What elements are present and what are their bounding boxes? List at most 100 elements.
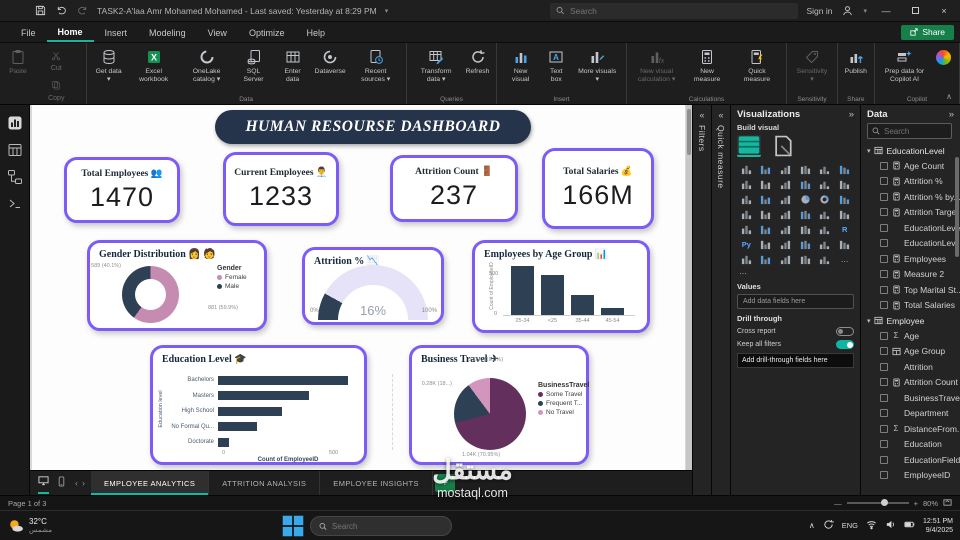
zoom-slider[interactable] [846, 499, 909, 506]
model-view-icon[interactable] [6, 168, 24, 186]
qna-icon[interactable] [796, 237, 815, 251]
table-educationlevel[interactable]: ▾ EducationLevel [867, 143, 958, 158]
field-checkbox[interactable] [880, 362, 888, 371]
card-icon[interactable] [835, 207, 854, 221]
tab-employee-analytics[interactable]: EMPLOYEE ANALYTICS [91, 471, 210, 495]
bar-25[interactable] [541, 274, 564, 315]
dax-query-view-icon[interactable] [6, 195, 24, 213]
bar-row-bachelors[interactable]: Bachelors [163, 374, 359, 386]
collapse-ribbon-icon[interactable]: ∧ [946, 92, 952, 101]
scatter-chart-icon[interactable] [776, 192, 795, 206]
pie-chart-icon[interactable] [796, 192, 815, 206]
battery-icon[interactable] [904, 517, 915, 535]
bar-row-masters[interactable]: Masters [163, 390, 359, 402]
filters-pane-collapsed[interactable]: « Filters [692, 105, 711, 495]
field-total-salaries[interactable]: Total Salaries [867, 298, 958, 314]
menu-home[interactable]: Home [46, 23, 94, 42]
start-button[interactable] [281, 514, 305, 538]
python-visual-icon[interactable]: Py [737, 237, 756, 251]
donut-chart[interactable] [122, 266, 179, 323]
field-age[interactable]: Σ Age [867, 328, 958, 344]
clustered-column-chart-icon[interactable] [796, 162, 815, 176]
collapse-data-icon[interactable]: » [949, 109, 958, 120]
canvas-scrollbar[interactable] [686, 105, 692, 470]
field-distancefrom[interactable]: Σ DistanceFrom... [867, 421, 960, 437]
hidden-icons-chevron[interactable]: ∧ [809, 521, 815, 530]
clock[interactable]: 12:51 PM 9/4/2025 [923, 517, 953, 535]
sign-in-button[interactable]: Sign in [806, 6, 832, 16]
field-checkbox[interactable] [880, 285, 888, 294]
taskbar-search-input[interactable] [332, 521, 443, 531]
zoom-level[interactable]: 80% [923, 499, 938, 508]
share-button[interactable]: Share [901, 25, 954, 40]
text-box-button[interactable]: A Text box [541, 46, 572, 85]
new-visual-button[interactable]: New visual [501, 46, 539, 85]
zoom-in-button[interactable]: + [914, 499, 918, 508]
account-dropdown-icon[interactable]: ▾ [863, 7, 867, 15]
zoom-slider-thumb[interactable] [880, 499, 888, 506]
field-age-count[interactable]: Age Count [867, 158, 958, 174]
volume-icon[interactable] [885, 517, 896, 535]
field-attrition-target[interactable]: Attrition Target [867, 205, 959, 221]
field-department[interactable]: Department [867, 406, 958, 422]
stacked-column-chart-icon[interactable] [757, 162, 776, 176]
copilot-icon-button[interactable] [931, 46, 955, 70]
kpi-total-employees[interactable]: Total Employees 👥 1470 [64, 157, 180, 223]
field-checkbox[interactable] [880, 471, 888, 480]
field-checkbox[interactable] [880, 347, 888, 356]
shape-map-icon[interactable] [776, 207, 795, 221]
more-visuals-icon[interactable]: … [835, 252, 854, 266]
field-checkbox[interactable] [880, 424, 888, 433]
field-checkbox[interactable] [880, 208, 888, 217]
map-icon[interactable] [737, 207, 756, 221]
field-educationfield[interactable]: EducationField [867, 452, 960, 468]
bar[interactable] [218, 437, 229, 447]
waterfall-chart-icon[interactable] [737, 192, 756, 206]
field-checkbox[interactable] [880, 455, 888, 464]
bar-row-no-formal-qu[interactable]: No Formal Qu... [163, 421, 359, 433]
education-level-bar-chart[interactable]: Education Level 🎓 Education level Bachel… [150, 345, 394, 465]
refresh-button[interactable]: Refresh [463, 46, 493, 78]
menu-file[interactable]: File [10, 24, 47, 41]
save-icon[interactable] [34, 4, 47, 17]
menu-modeling[interactable]: Modeling [138, 24, 197, 41]
funnel-chart-icon[interactable] [757, 192, 776, 206]
report-canvas[interactable]: HUMAN RESOURSE DASHBOARD Total Employees… [30, 105, 692, 470]
expand-quick-measure-icon[interactable]: « [718, 110, 723, 120]
field-checkbox[interactable] [880, 177, 888, 186]
field-attrition-count[interactable]: Attrition Count [867, 375, 958, 391]
excel-workbook-button[interactable]: X Excel workbook [128, 46, 180, 85]
field-measure-2[interactable]: Measure 2 [867, 267, 958, 283]
account-icon[interactable] [841, 4, 854, 17]
field-checkbox[interactable] [880, 393, 888, 402]
collapse-visualizations-icon[interactable]: » [849, 109, 854, 120]
transform-data-button[interactable]: Transform data ▾ [411, 46, 462, 85]
area-chart-icon[interactable] [757, 177, 776, 191]
tab-employee-insights[interactable]: EMPLOYEE INSIGHTS [320, 471, 433, 495]
business-travel-pie-chart[interactable]: Business Travel ✈ 0.15K (10.2%) 0.28K (1… [409, 345, 589, 465]
line-chart-icon[interactable] [737, 177, 756, 191]
chevron-down-icon[interactable]: ▾ [867, 317, 871, 325]
mobile-view-icon[interactable] [56, 474, 67, 492]
get-data-button[interactable]: Get data ▾ [91, 46, 127, 85]
bar-35-44[interactable] [571, 295, 594, 315]
tab-attrition-analysis[interactable]: ATTRITION ANALYSIS [209, 471, 321, 495]
field-checkbox[interactable] [880, 223, 888, 232]
title-dropdown-icon[interactable]: ▾ [385, 7, 389, 15]
bar-25-34[interactable] [511, 266, 534, 315]
table-employee[interactable]: ▾ Employee [867, 313, 958, 328]
pie-chart[interactable] [454, 378, 526, 450]
field-employeeid[interactable]: EmployeeID [867, 468, 958, 484]
onelake-catalog-button[interactable]: OneLake catalog ▾ [181, 46, 233, 85]
desktop-view-icon[interactable] [38, 473, 49, 494]
field-attrition[interactable]: Attrition % [867, 174, 958, 190]
cross-report-toggle[interactable] [836, 327, 854, 336]
bar[interactable] [218, 391, 309, 400]
slicer-icon[interactable] [776, 222, 795, 236]
gauge-icon[interactable] [816, 207, 835, 221]
field-businesstravel[interactable]: BusinessTravel [867, 390, 960, 406]
donut-chart-icon[interactable] [816, 192, 835, 206]
kpi-attrition-count[interactable]: Attrition Count 🚪 237 [390, 155, 518, 222]
field-checkbox[interactable] [880, 192, 888, 201]
format-visual-mode-icon[interactable] [771, 135, 795, 157]
